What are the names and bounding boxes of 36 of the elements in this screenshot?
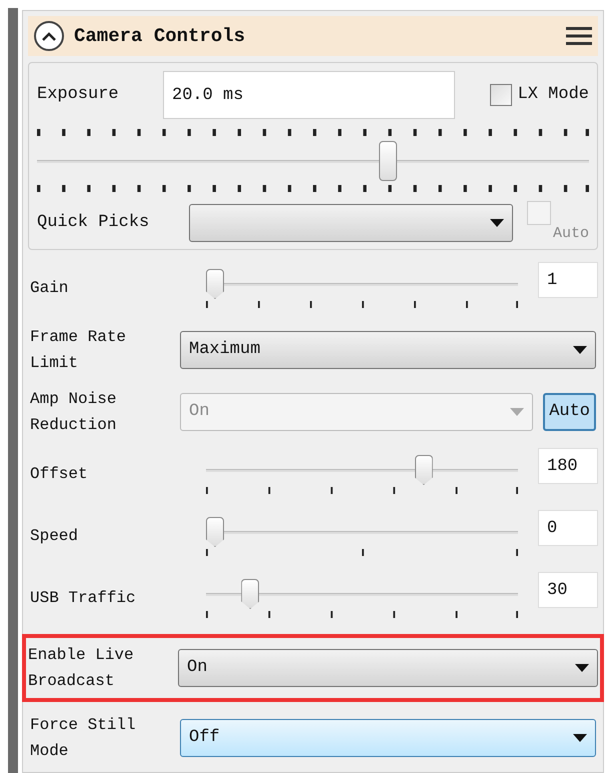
field-label: USB Traffic — [30, 588, 137, 609]
caret-icon — [490, 219, 504, 227]
slider-thumb[interactable] — [414, 455, 433, 485]
slider-thumb[interactable] — [241, 579, 260, 609]
slider-thumb[interactable] — [206, 269, 224, 299]
input-field[interactable]: 20.0 ms — [163, 71, 455, 119]
collapse-button[interactable] — [34, 21, 64, 51]
dropdown[interactable]: Maximum — [180, 331, 596, 369]
field-label: Exposure — [37, 84, 120, 106]
dropdown[interactable] — [189, 204, 513, 242]
field-label: Speed — [30, 526, 80, 547]
checkbox-label: Auto — [552, 224, 589, 244]
menu-icon[interactable] — [566, 26, 592, 46]
chevron-icon — [42, 32, 56, 40]
checkbox[interactable] — [490, 84, 512, 106]
caret-icon — [575, 664, 589, 672]
dropdown[interactable]: Off — [180, 719, 596, 757]
checkbox-label: LX Mode — [518, 84, 589, 106]
slider-thumb[interactable] — [206, 517, 224, 547]
field-label: Quick Picks — [37, 212, 150, 234]
slider-thumb[interactable] — [378, 141, 397, 181]
value-field[interactable]: 1 — [538, 262, 598, 298]
panel-title: Camera Controls — [74, 24, 246, 49]
value-field[interactable]: 30 — [538, 572, 598, 608]
field-label: Gain — [30, 278, 70, 299]
value-field[interactable]: 180 — [538, 448, 598, 484]
caret-icon — [573, 734, 587, 742]
caret-icon — [573, 346, 587, 354]
caret-icon — [510, 408, 524, 416]
field-label: Offset — [30, 464, 89, 485]
field-label: Enable Live Broadcast — [28, 645, 135, 692]
field-label: Force Still Mode — [30, 715, 137, 762]
field-label: Amp Noise Reduction — [30, 389, 118, 436]
dropdown[interactable]: On — [178, 649, 598, 687]
value-field[interactable]: 0 — [538, 510, 598, 546]
field-label: Frame Rate Limit — [30, 327, 128, 374]
